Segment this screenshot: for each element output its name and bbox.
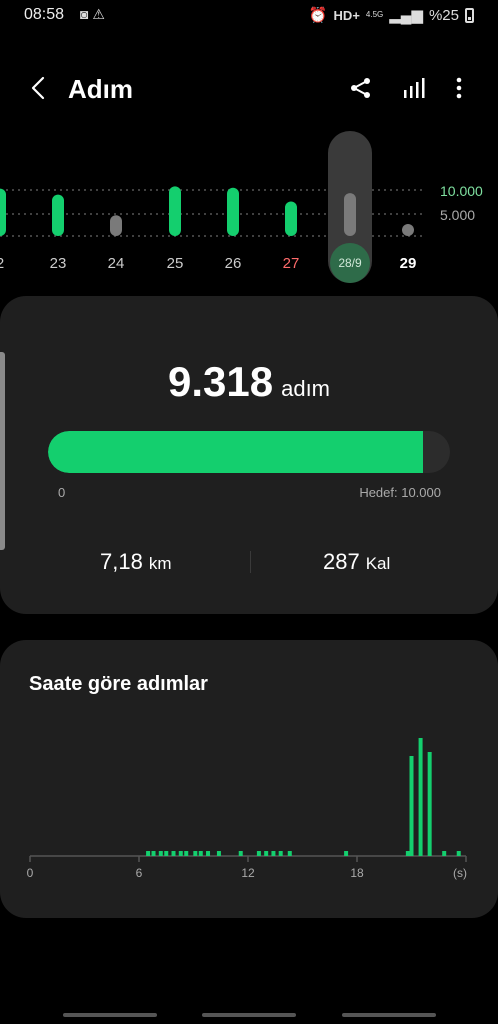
hourly-bar xyxy=(442,851,447,856)
day-bar[interactable] xyxy=(0,188,6,236)
hourly-bar xyxy=(171,851,176,856)
goal-progress-bar xyxy=(48,431,450,473)
hourly-bar xyxy=(158,851,163,856)
hourly-tick-label: 12 xyxy=(241,866,255,880)
day-bar[interactable] xyxy=(227,187,239,236)
nav-home-button[interactable] xyxy=(202,1013,296,1017)
hourly-bar xyxy=(456,851,461,856)
distance-metric: 7,18 km xyxy=(100,549,172,575)
day-bar[interactable] xyxy=(52,194,64,236)
nav-back-button[interactable] xyxy=(342,1013,436,1017)
metric-divider xyxy=(250,551,251,573)
day-label[interactable]: 27 xyxy=(271,255,311,272)
day-label[interactable]: 24 xyxy=(96,255,136,272)
screenshot-icon: ◙ xyxy=(80,6,89,22)
status-time: 08:58 xyxy=(24,6,65,23)
hourly-bar xyxy=(264,851,269,856)
app-bar: Adım xyxy=(0,60,498,116)
hourly-bar xyxy=(418,738,423,856)
hourly-tick-label: 18 xyxy=(350,866,364,880)
calories-metric: 287 Kal xyxy=(323,549,390,575)
hourly-bar xyxy=(184,851,189,856)
hourly-bar xyxy=(427,752,432,856)
stats-button[interactable] xyxy=(394,68,434,108)
hd-plus-icon: HD+ xyxy=(333,7,360,23)
hourly-tick-label: 0 xyxy=(26,866,34,880)
hourly-bar xyxy=(271,851,276,856)
hourly-bar xyxy=(238,851,243,856)
weekly-steps-chart[interactable]: 10.000 5.000 2 23 24 25 26 27 28/9 29 xyxy=(0,128,498,288)
hourly-bar xyxy=(344,851,349,856)
hourly-bar xyxy=(151,851,156,856)
signal-icon: ▂▄▆ xyxy=(389,7,423,24)
calories-value: 287 xyxy=(323,549,360,574)
hourly-bar xyxy=(278,851,283,856)
day-label[interactable]: 23 xyxy=(38,255,78,272)
hourly-bar xyxy=(256,851,261,856)
day-label-selected[interactable]: 28/9 xyxy=(330,243,370,283)
day-bar[interactable] xyxy=(110,215,122,236)
step-detail-screen: 08:58 ◙ ⚠ ⏰ HD+ 4.5G ▂▄▆ %25 Adım 10.000… xyxy=(0,0,498,1024)
back-button[interactable] xyxy=(18,68,58,108)
share-button[interactable] xyxy=(341,68,381,108)
mobile-data-icon: 4.5G xyxy=(365,10,384,19)
distance-value: 7,18 xyxy=(100,549,143,574)
hourly-bar xyxy=(146,851,151,856)
day-bar[interactable] xyxy=(402,224,414,236)
goal-line-label-low: 5.000 xyxy=(440,207,476,223)
daily-summary-card: 9.318 adım 0 Hedef: 10.000 7,18 km 287 Kal xyxy=(0,296,498,614)
goal-label: Hedef: 10.000 xyxy=(359,485,441,500)
more-vert-icon xyxy=(456,77,462,99)
hourly-steps-card: Saate göre adımlar 0 6 12 18 (s) xyxy=(0,640,498,918)
hourly-bar xyxy=(198,851,203,856)
day-bar[interactable] xyxy=(169,186,181,236)
day-label[interactable]: 2 xyxy=(0,255,20,272)
alarm-icon: ⏰ xyxy=(308,7,328,24)
more-options-button[interactable] xyxy=(439,68,479,108)
hourly-bar xyxy=(193,851,198,856)
goal-progress-fill xyxy=(48,431,423,473)
step-count: 9.318 xyxy=(167,358,274,405)
hourly-bar xyxy=(287,851,292,856)
goal-line-label-high: 10.000 xyxy=(440,183,483,199)
day-bar[interactable] xyxy=(285,201,297,237)
hourly-bar xyxy=(164,851,169,856)
day-label[interactable]: 25 xyxy=(155,255,195,272)
battery-icon xyxy=(465,7,474,23)
day-label[interactable]: 29 xyxy=(388,255,428,272)
warning-icon: ⚠ xyxy=(92,6,105,22)
hourly-bar xyxy=(178,851,183,856)
calories-unit: Kal xyxy=(365,554,391,573)
navigation-bar xyxy=(0,1000,498,1024)
day-bar[interactable] xyxy=(344,193,356,236)
bar-chart-icon xyxy=(404,78,425,98)
step-unit: adım xyxy=(281,376,331,401)
page-title: Adım xyxy=(68,74,133,104)
nav-recent-button[interactable] xyxy=(63,1013,157,1017)
share-icon xyxy=(351,78,370,98)
status-bar: 08:58 ◙ ⚠ ⏰ HD+ 4.5G ▂▄▆ %25 xyxy=(0,0,498,32)
hourly-bar xyxy=(216,851,221,856)
hourly-tick-label: (s) xyxy=(453,866,467,880)
day-label[interactable]: 26 xyxy=(213,255,253,272)
progress-min-label: 0 xyxy=(58,485,66,500)
hourly-bar xyxy=(206,851,211,856)
hourly-bar xyxy=(405,851,410,856)
battery-percent: %25 xyxy=(428,6,459,24)
back-icon xyxy=(31,76,45,100)
hourly-bar xyxy=(409,756,414,856)
hourly-tick-label: 6 xyxy=(135,866,143,880)
distance-unit: km xyxy=(148,554,172,573)
